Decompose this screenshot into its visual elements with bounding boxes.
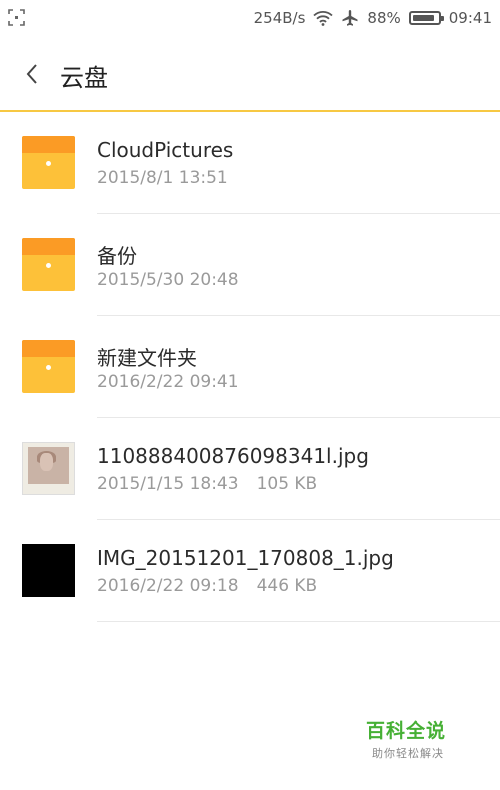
list-item-file[interactable]: IMG_20151201_170808_1.jpg 2016/2/22 09:1… bbox=[0, 520, 500, 622]
file-meta: 2015/8/1 13:51 bbox=[97, 168, 228, 188]
file-date: 2015/5/30 20:48 bbox=[97, 270, 239, 290]
file-size: 105 KB bbox=[256, 474, 318, 494]
file-date: 2015/8/1 13:51 bbox=[97, 168, 228, 188]
file-meta: 2016/2/22 09:18 446 KB bbox=[97, 576, 317, 596]
battery-icon bbox=[408, 11, 444, 25]
image-thumbnail bbox=[22, 544, 75, 597]
file-meta: 2016/2/22 09:41 bbox=[97, 372, 239, 392]
image-thumbnail bbox=[22, 442, 75, 495]
network-speed: 254B/s bbox=[253, 9, 306, 27]
back-button[interactable] bbox=[14, 56, 50, 92]
battery-percent: 88% bbox=[367, 9, 401, 27]
chevron-left-icon bbox=[26, 64, 37, 84]
file-list: CloudPictures 2015/8/1 13:51 备份 2015/5/3… bbox=[0, 112, 500, 622]
folder-icon bbox=[22, 136, 75, 189]
airplane-mode-icon bbox=[342, 10, 358, 26]
watermark-title: 百科全说 bbox=[366, 720, 447, 742]
list-item-folder[interactable]: 备份 2015/5/30 20:48 bbox=[0, 214, 500, 316]
file-date: 2015/1/15 18:43 bbox=[97, 474, 239, 494]
list-item-folder[interactable]: 新建文件夹 2016/2/22 09:41 bbox=[0, 316, 500, 418]
file-name: IMG_20151201_170808_1.jpg bbox=[97, 546, 394, 570]
divider bbox=[97, 621, 500, 622]
file-name: 新建文件夹 bbox=[97, 346, 197, 370]
page-title: 云盘 bbox=[60, 64, 108, 92]
watermark-subtitle: 助你轻松解决 bbox=[372, 747, 444, 760]
file-date: 2016/2/22 09:41 bbox=[97, 372, 239, 392]
watermark: 百科全说 助你轻松解决 bbox=[366, 716, 466, 761]
screenshot-icon bbox=[8, 9, 25, 26]
folder-icon bbox=[22, 340, 75, 393]
file-meta: 2015/5/30 20:48 bbox=[97, 270, 239, 290]
file-name: 备份 bbox=[97, 244, 137, 268]
file-size: 446 KB bbox=[256, 576, 318, 596]
app-bar: 云盘 bbox=[0, 36, 500, 112]
list-item-file[interactable]: 110888400876098341l.jpg 2015/1/15 18:43 1… bbox=[0, 418, 500, 520]
battery-fill bbox=[412, 15, 434, 21]
list-item-folder[interactable]: CloudPictures 2015/8/1 13:51 bbox=[0, 112, 500, 214]
clock: 09:41 bbox=[448, 9, 492, 27]
file-name: 110888400876098341l.jpg bbox=[97, 444, 369, 468]
file-name: CloudPictures bbox=[97, 138, 234, 162]
status-indicators: 254B/s 88% 09:41 bbox=[254, 0, 492, 36]
status-bar: 254B/s 88% 09:41 bbox=[0, 0, 500, 36]
folder-icon bbox=[22, 238, 75, 291]
wifi-icon bbox=[313, 11, 334, 26]
file-date: 2016/2/22 09:18 bbox=[97, 576, 239, 596]
file-meta: 2015/1/15 18:43 105 KB bbox=[97, 474, 317, 494]
